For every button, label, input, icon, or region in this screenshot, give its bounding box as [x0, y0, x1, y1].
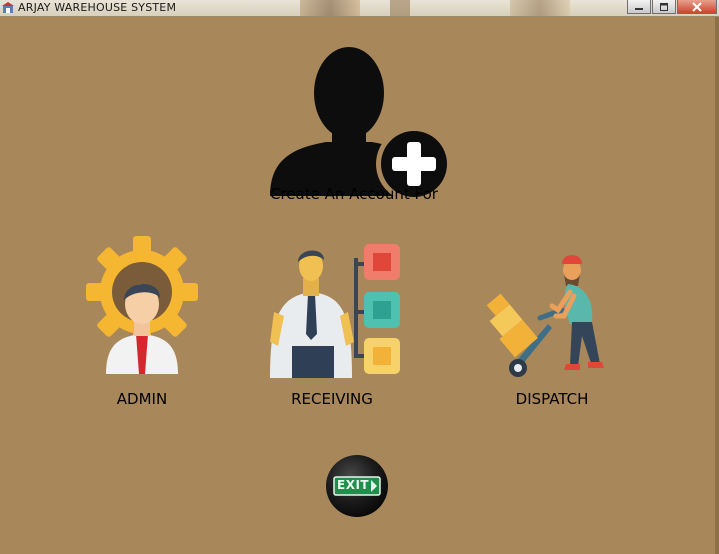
window-title: ARJAY WAREHOUSE SYSTEM [18, 1, 177, 14]
minimize-icon [635, 7, 643, 10]
window-controls [627, 0, 717, 14]
exit-button[interactable]: EXIT [324, 453, 390, 519]
exit-label: EXIT [337, 478, 370, 492]
role-option-receiving[interactable]: RECEIVING [252, 236, 412, 416]
minimize-button[interactable] [627, 0, 651, 14]
dispatch-handtruck-worker-icon [486, 255, 604, 377]
window-titlebar[interactable]: ARJAY WAREHOUSE SYSTEM [0, 0, 719, 17]
maximize-button[interactable] [652, 0, 676, 14]
role-label-dispatch: DISPATCH [515, 390, 589, 408]
window-right-edge [715, 17, 719, 554]
close-button[interactable] [677, 0, 717, 14]
page-heading: Create An Account For [270, 185, 438, 203]
role-option-admin[interactable]: ADMIN [60, 236, 220, 416]
admin-gear-person-icon [86, 236, 198, 374]
receiving-person-checklist-icon [270, 244, 400, 378]
maximize-icon [660, 2, 668, 11]
app-icon [2, 2, 14, 13]
role-option-dispatch[interactable]: DISPATCH [472, 236, 632, 416]
role-label-receiving: RECEIVING [291, 390, 373, 408]
titlebar-decoration [390, 0, 410, 16]
role-label-admin: ADMIN [116, 390, 168, 408]
close-icon [692, 1, 702, 12]
titlebar-decoration [510, 0, 570, 16]
titlebar-decoration [300, 0, 360, 16]
add-user-icon [270, 47, 452, 202]
